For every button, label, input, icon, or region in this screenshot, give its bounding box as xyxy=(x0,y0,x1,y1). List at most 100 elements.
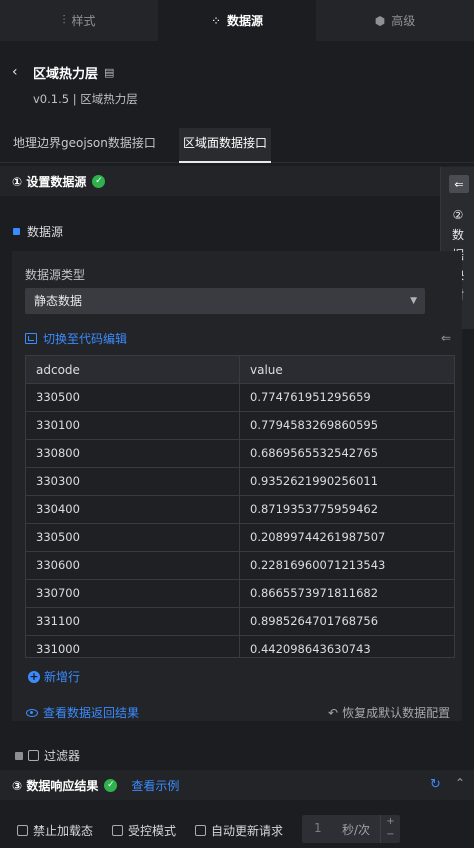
cell-value[interactable]: 0.8719353775959462 xyxy=(240,496,454,523)
grid-dots-icon: ⁘ xyxy=(210,13,222,28)
refresh-icon[interactable]: ↻ xyxy=(430,777,441,792)
collapse-panel-icon[interactable]: ⇐ xyxy=(449,175,469,193)
disable-loading-checkbox[interactable] xyxy=(17,825,28,836)
check-circle-icon: ✓ xyxy=(92,174,106,188)
square-bullet-icon xyxy=(13,228,20,235)
cell-value[interactable]: 0.8665573971811682 xyxy=(240,580,454,607)
tab-advanced[interactable]: ⬢ 高级 xyxy=(316,0,474,41)
switch-to-code-editor-link[interactable]: 切换至代码编辑 xyxy=(25,330,127,347)
sliders-icon: ⫶ xyxy=(62,13,66,27)
add-row-label: 新增行 xyxy=(44,670,81,684)
section-set-datasource[interactable]: ① 设置数据源 ✓ xyxy=(0,166,474,196)
table-row[interactable]: 330500 0.20899744261987507 xyxy=(26,524,454,552)
component-title-text: 区域热力层 xyxy=(33,67,99,82)
auto-update-option[interactable]: 自动更新请求 xyxy=(195,822,283,839)
cell-adcode[interactable]: 330300 xyxy=(26,468,240,495)
cell-value[interactable]: 0.7794583269860595 xyxy=(240,412,454,439)
add-row-button[interactable]: + 新增行 xyxy=(28,668,80,685)
table-row[interactable]: 331000 0.442098643630743 xyxy=(26,636,454,657)
cell-adcode[interactable]: 330700 xyxy=(26,580,240,607)
controlled-mode-label: 受控模式 xyxy=(128,824,177,838)
cell-adcode[interactable]: 331000 xyxy=(26,636,240,657)
tab-style[interactable]: ⫶ 样式 xyxy=(0,0,158,41)
cell-adcode[interactable]: 330800 xyxy=(26,440,240,467)
table-row[interactable]: 330500 0.774761951295659 xyxy=(26,384,454,412)
section-response-result[interactable]: ③ 数据响应结果 ✓ 查看示例 xyxy=(0,770,474,800)
cube-icon: ⬢ xyxy=(374,13,386,28)
datasource-type-value: 静态数据 xyxy=(34,294,83,308)
reset-default-label: 恢复成默认数据配置 xyxy=(342,706,451,720)
view-example-link[interactable]: 查看示例 xyxy=(131,777,179,794)
disable-loading-option[interactable]: 禁止加载态 xyxy=(17,822,93,839)
cell-adcode[interactable]: 330100 xyxy=(26,412,240,439)
cell-value[interactable]: 0.442098643630743 xyxy=(240,636,454,657)
document-icon[interactable]: ▤ xyxy=(104,66,114,79)
eye-icon xyxy=(26,708,38,717)
increment-icon[interactable]: + xyxy=(381,815,400,828)
sub-tab-bar: 地理边界geojson数据接口 区域面数据接口 xyxy=(0,128,474,163)
filter-label: 过滤器 xyxy=(44,749,81,763)
data-table: adcode value 330500 0.774761951295659 3301… xyxy=(25,355,455,658)
controlled-mode-option[interactable]: 受控模式 xyxy=(112,822,176,839)
collapse-up-icon[interactable]: ⌃ xyxy=(455,776,465,790)
tab-geojson-interface[interactable]: 地理边界geojson数据接口 xyxy=(9,128,160,163)
back-chevron-icon[interactable]: ‹ xyxy=(12,64,18,80)
tab-area-interface[interactable]: 区域面数据接口 xyxy=(179,128,272,163)
caret-down-icon: ▼ xyxy=(410,296,417,306)
table-row[interactable]: 330300 0.9352621990256011 xyxy=(26,468,454,496)
datasource-title-text: 数据源 xyxy=(27,225,64,239)
tab-datasource[interactable]: ⁘ 数据源 xyxy=(158,0,316,41)
datasource-type-label: 数据源类型 xyxy=(25,268,86,282)
section-response-title: ③ 数据响应结果 xyxy=(12,778,99,793)
table-row[interactable]: 331100 0.8985264701768756 xyxy=(26,608,454,636)
filter-checkbox[interactable] xyxy=(28,750,39,761)
datasource-title: 数据源 xyxy=(13,223,63,240)
table-row[interactable]: 330100 0.7794583269860595 xyxy=(26,412,454,440)
section-set-datasource-title: ① 设置数据源 xyxy=(12,174,87,189)
cell-value[interactable]: 0.9352621990256011 xyxy=(240,468,454,495)
tab-style-label: 样式 xyxy=(71,14,96,28)
table-row[interactable]: 330600 0.22816960071213543 xyxy=(26,552,454,580)
cell-adcode[interactable]: 330600 xyxy=(26,552,240,579)
tab-advanced-label: 高级 xyxy=(391,14,416,28)
view-result-link[interactable]: 查看数据返回结果 xyxy=(26,704,139,721)
reset-icon: ↶ xyxy=(328,705,339,720)
cell-value[interactable]: 0.774761951295659 xyxy=(240,384,454,411)
cell-adcode[interactable]: 330400 xyxy=(26,496,240,523)
controlled-mode-checkbox[interactable] xyxy=(112,825,123,836)
table-row[interactable]: 330700 0.8665573971811682 xyxy=(26,580,454,608)
cell-adcode[interactable]: 330500 xyxy=(26,384,240,411)
auto-update-checkbox[interactable] xyxy=(195,825,206,836)
interval-value[interactable]: 1 xyxy=(314,821,322,835)
cell-value[interactable]: 0.20899744261987507 xyxy=(240,524,454,551)
collapse-table-icon[interactable]: ⇐ xyxy=(441,331,451,345)
square-bullet-icon xyxy=(15,751,23,760)
plus-circle-icon: + xyxy=(28,669,40,683)
table-row[interactable]: 330400 0.8719353775959462 xyxy=(26,496,454,524)
cell-adcode[interactable]: 331100 xyxy=(26,608,240,635)
tab-datasource-label: 数据源 xyxy=(227,14,264,28)
cell-value[interactable]: 0.6869565532542765 xyxy=(240,440,454,467)
column-header-adcode: adcode xyxy=(26,356,240,384)
reset-default-link[interactable]: ↶ 恢复成默认数据配置 xyxy=(328,704,450,721)
interval-stepper[interactable]: 1 秒/次 + − xyxy=(302,815,400,843)
cell-value[interactable]: 0.8985264701768756 xyxy=(240,608,454,635)
view-result-label: 查看数据返回结果 xyxy=(43,706,140,720)
disable-loading-label: 禁止加载态 xyxy=(33,824,94,838)
filter-toggle[interactable]: 过滤器 xyxy=(15,747,80,764)
top-tab-bar: ⫶ 样式 ⁘ 数据源 ⬢ 高级 xyxy=(0,0,474,41)
interval-unit: 秒/次 xyxy=(342,823,371,837)
cell-adcode[interactable]: 330500 xyxy=(26,524,240,551)
component-title: 区域热力层 ▤ xyxy=(33,63,114,82)
cell-value[interactable]: 0.22816960071213543 xyxy=(240,552,454,579)
datasource-type-select[interactable]: 静态数据 ▼ xyxy=(25,288,425,314)
table-header: adcode value xyxy=(26,356,454,384)
decrement-icon[interactable]: − xyxy=(381,828,400,841)
auto-update-label: 自动更新请求 xyxy=(211,824,284,838)
switch-to-code-editor-label: 切换至代码编辑 xyxy=(43,332,128,346)
stepper-arrows[interactable]: + − xyxy=(380,815,400,843)
table-row[interactable]: 330800 0.6869565532542765 xyxy=(26,440,454,468)
response-options: 禁止加载态 受控模式 自动更新请求 xyxy=(0,812,474,848)
column-header-value: value xyxy=(250,363,283,377)
check-circle-icon: ✓ xyxy=(104,778,118,792)
